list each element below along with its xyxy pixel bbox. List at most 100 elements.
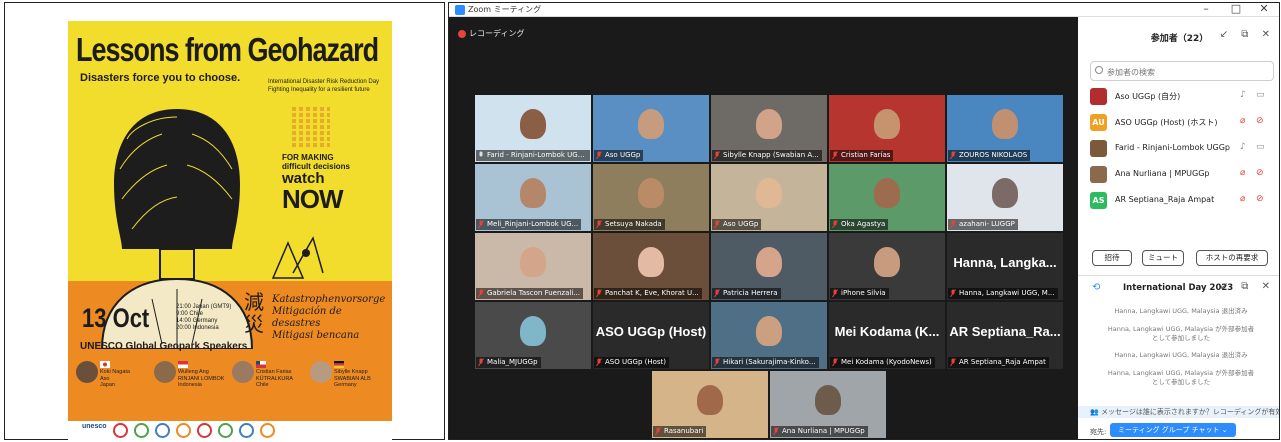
video-icon[interactable]: ▭: [1256, 142, 1265, 152]
decorative-figure: [271, 236, 324, 279]
video-off-icon[interactable]: ⊘: [1256, 116, 1264, 126]
window-icon[interactable]: ⧉: [1241, 29, 1253, 40]
participant-name-label: ASO UGGp (Host): [594, 357, 670, 368]
mic-muted-icon: [832, 289, 838, 298]
video-tile[interactable]: Panchat K, Eve, Khorat U...: [593, 233, 709, 300]
participant-row[interactable]: Farid - Rinjani-Lombok UGGp ♪ ▭: [1090, 137, 1276, 159]
participant-video: [874, 247, 900, 277]
reclaim-host-button[interactable]: ホストの再要求: [1196, 250, 1268, 266]
video-tile[interactable]: Aso UGGp: [593, 95, 709, 162]
poster-title: Lessons from Geohazard: [76, 31, 379, 69]
close-icon[interactable]: ✕: [1262, 29, 1275, 40]
send-to-select[interactable]: ミーティング グループ チャット ⌄: [1110, 423, 1236, 437]
video-tile[interactable]: Sibylle Knapp (Swabian A...: [711, 95, 827, 162]
participant-row[interactable]: AU ASO UGGp (Host) (ホスト) ⌀ ⊘: [1090, 111, 1276, 133]
participant-name-label: Hanna, Langkawi UGG, M...: [948, 288, 1058, 299]
poster-organizer: UNESCO Global Geopark Speakers: [80, 341, 248, 352]
mic-icon[interactable]: ♪: [1240, 142, 1246, 152]
mic-muted-icon: [714, 358, 720, 367]
chile-flag-icon: [256, 361, 266, 368]
mic-icon[interactable]: ♪: [1240, 90, 1246, 100]
video-tile[interactable]: Meli_Rinjani-Lombok UG...: [475, 164, 591, 231]
participants-panel: 参加者（22） ↙ ⧉ ✕ Aso UGGp (自分)♪▭AUASO UGGp …: [1078, 17, 1279, 439]
video-tile[interactable]: Aso UGGp: [711, 164, 827, 231]
participant-row[interactable]: Aso UGGp (自分) ♪ ▭: [1090, 85, 1276, 107]
mic-muted-icon[interactable]: ⌀: [1240, 116, 1245, 126]
avatar: [1090, 140, 1107, 157]
event-poster: Lessons from Geohazard Disasters force y…: [68, 21, 392, 441]
participant-video: [638, 109, 664, 139]
participant-name-label: Panchat K, Eve, Khorat U...: [594, 288, 702, 299]
avatar: [1090, 88, 1107, 105]
video-tile[interactable]: ASO UGGp (Host) ASO UGGp (Host): [593, 302, 709, 369]
poster-kanji: 減災: [244, 290, 264, 336]
video-off-icon[interactable]: ⊘: [1256, 194, 1264, 204]
video-tile[interactable]: Farid - Rinjani-Lombok UGGp: [475, 95, 591, 162]
maximize-button[interactable]: □: [1221, 3, 1251, 15]
participant-name-label: Mei Kodama (KyodoNews): [830, 357, 935, 368]
close-window-button[interactable]: ✕: [1249, 3, 1279, 15]
participant-video: [520, 109, 546, 139]
window-title: Zoom ミーティング: [468, 5, 542, 14]
video-tile[interactable]: Cristian Farías: [829, 95, 945, 162]
participant-search-input[interactable]: [1090, 61, 1274, 81]
video-tile[interactable]: Mei Kodama (K... Mei Kodama (KyodoNews): [829, 302, 945, 369]
participant-video: [874, 109, 900, 139]
search-icon: [1095, 66, 1103, 74]
germany-flag-icon: [334, 361, 344, 368]
video-off-icon[interactable]: ⊘: [1256, 168, 1264, 178]
chat-message: Hanna, Langkawi UGG, Malaysia 退出済み: [1114, 351, 1248, 359]
window-icon[interactable]: ⧉: [1241, 281, 1253, 292]
participant-video: [756, 178, 782, 208]
participant-name-label: Rasanubari: [653, 426, 707, 437]
participant-name-display: Hanna, Langka...: [953, 255, 1057, 270]
mic-muted-icon: [478, 220, 484, 229]
video-tile[interactable]: AR Septiana_Ra... AR Septiana_Raja Ampat: [947, 302, 1063, 369]
video-tile[interactable]: Hanna, Langka... Hanna, Langkawi UGG, M..…: [947, 233, 1063, 300]
close-icon[interactable]: ✕: [1262, 281, 1275, 292]
send-to-label: 宛先:: [1090, 428, 1107, 436]
video-tile[interactable]: Malia_MJUGGp: [475, 302, 591, 369]
speaker-photo: [76, 361, 98, 383]
mic-muted-icon: [596, 151, 602, 160]
mic-muted-icon[interactable]: ⌀: [1240, 168, 1245, 178]
mic-muted-icon: [478, 358, 484, 367]
mic-muted-icon: [950, 151, 956, 160]
video-tile[interactable]: Gabriela Tascon Fuenzali...: [475, 233, 591, 300]
video-tile[interactable]: ZOUROS NIKOLAOS: [947, 95, 1063, 162]
participant-name: AR Septiana_Raja Ampat: [1115, 195, 1215, 204]
video-tile[interactable]: azahani- LUGGP: [947, 164, 1063, 231]
video-tile[interactable]: Oka Agastya: [829, 164, 945, 231]
mute-all-button[interactable]: ミュート: [1142, 250, 1184, 266]
title-bar: Zoom ミーティング – □ ✕: [449, 3, 1279, 17]
video-tile[interactable]: Setsuya Nakada: [593, 164, 709, 231]
zoom-logo-icon: [455, 5, 465, 15]
mic-muted-icon[interactable]: ⌀: [1240, 194, 1245, 204]
speaker-card: Wulleng Ang RINJANI LOMBOK Indonesia: [154, 359, 230, 415]
invite-button[interactable]: 招待: [1092, 250, 1132, 266]
partner-logo: [238, 423, 254, 438]
video-tile[interactable]: Rasanubari: [652, 371, 768, 438]
participant-row[interactable]: Ana Nurliana | MPUGGp ⌀ ⊘: [1090, 163, 1276, 185]
video-tile[interactable]: Patricia Herrera: [711, 233, 827, 300]
participant-video: [815, 385, 841, 415]
partner-logo: [133, 423, 149, 438]
participant-name-label: ZOUROS NIKOLAOS: [948, 150, 1031, 161]
indonesia-flag-icon: [178, 361, 188, 368]
video-tile[interactable]: iPhone Silvia: [829, 233, 945, 300]
speaker-list: Koki Nagata Aso Japan Wulleng Ang RINJANI L…: [76, 359, 386, 415]
popout-icon[interactable]: ↙: [1220, 281, 1233, 292]
video-tile[interactable]: Ana Nurliana | MPUGGp: [770, 371, 886, 438]
unesco-logo: unesco: [82, 423, 107, 430]
poster-date: 13 Oct: [82, 303, 150, 333]
poster-cta: FOR MAKING difficult decisions watch NOW: [282, 153, 351, 214]
video-icon[interactable]: ▭: [1256, 90, 1265, 100]
speaker-card: Sibylle Knapp SWABIAN ALB Germany: [310, 359, 386, 415]
japan-flag-icon: [100, 361, 110, 368]
minimize-button[interactable]: –: [1191, 3, 1221, 15]
participant-row[interactable]: AS AR Septiana_Raja Ampat ⌀ ⊘: [1090, 189, 1276, 211]
poster-subtitle: Disasters force you to choose.: [80, 72, 241, 84]
recording-icon: [458, 30, 466, 38]
popout-icon[interactable]: ↙: [1220, 29, 1233, 40]
video-tile[interactable]: Hikari (Sakurajima-Kinko...: [711, 302, 827, 369]
